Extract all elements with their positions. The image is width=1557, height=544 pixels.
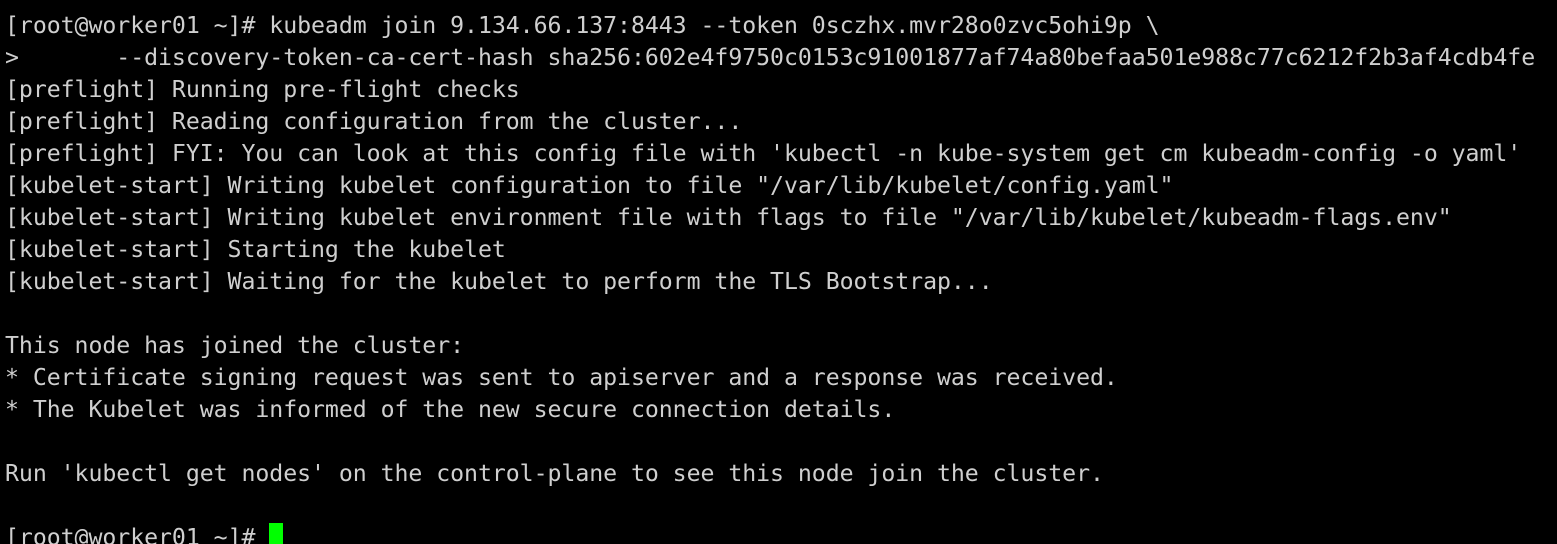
- terminal-screen[interactable]: [root@worker01 ~]# kubeadm join 9.134.66…: [5, 0, 1557, 544]
- shell-prompt-line[interactable]: [root@worker01 ~]#: [5, 522, 1557, 544]
- terminal-line: [preflight] FYI: You can look at this co…: [5, 140, 1522, 167]
- terminal-window[interactable]: [root@worker01 ~]# kubeadm join 9.134.66…: [0, 0, 1557, 544]
- terminal-line: > --discovery-token-ca-cert-hash sha256:…: [5, 44, 1536, 71]
- terminal-line: This node has joined the cluster:: [5, 332, 465, 359]
- terminal-line: [kubelet-start] Writing kubelet environm…: [5, 204, 1452, 231]
- terminal-line: * The Kubelet was informed of the new se…: [5, 396, 896, 423]
- terminal-line: * Certificate signing request was sent t…: [5, 364, 1118, 391]
- terminal-line: [kubelet-start] Waiting for the kubelet …: [5, 268, 993, 295]
- shell-prompt-text: [root@worker01 ~]#: [5, 524, 270, 544]
- terminal-line: [preflight] Running pre-flight checks: [5, 76, 520, 103]
- terminal-line: [kubelet-start] Starting the kubelet: [5, 236, 506, 263]
- terminal-line: Run 'kubectl get nodes' on the control-p…: [5, 460, 1104, 487]
- text-cursor: [269, 523, 284, 544]
- terminal-line: [preflight] Reading configuration from t…: [5, 108, 743, 135]
- scrolled-offscreen-line: [5, 0, 1557, 10]
- terminal-line: [root@worker01 ~]# kubeadm join 9.134.66…: [5, 12, 1160, 39]
- terminal-line: [kubelet-start] Writing kubelet configur…: [5, 172, 1174, 199]
